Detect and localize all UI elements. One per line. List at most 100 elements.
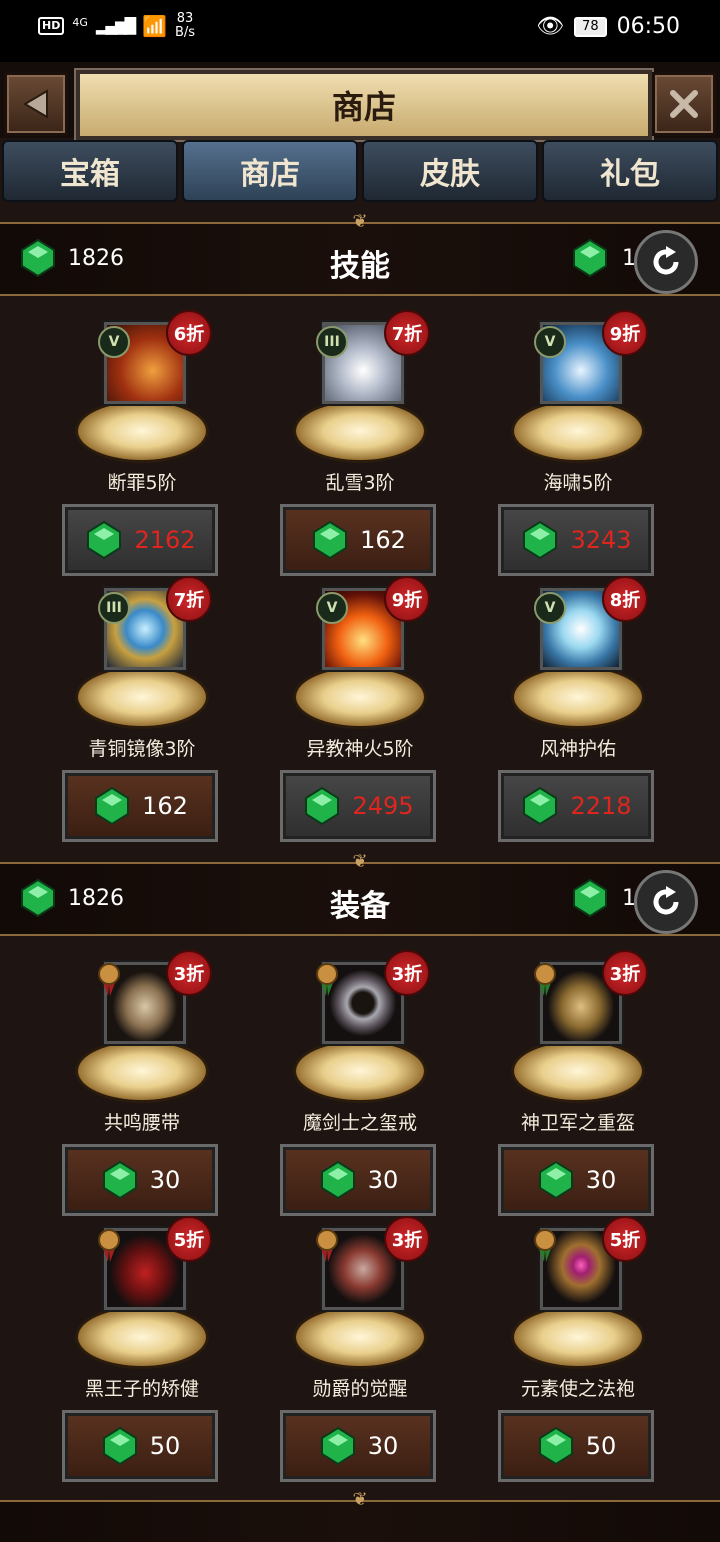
item-name: 黑王子的矫健 [84,1378,199,1400]
price-button[interactable]: 2162 [62,504,218,576]
refresh-button[interactable] [634,230,698,294]
discount-badge: 8折 [602,576,648,622]
price-button[interactable]: 2218 [498,770,654,842]
gem-icon [523,786,558,826]
price-button[interactable]: 162 [280,504,436,576]
gem-icon [305,786,340,826]
shop-item[interactable]: V 8折 风神护佑 2218 [488,576,668,848]
wifi-icon: 📶 [142,14,167,38]
pedestal [514,1308,642,1366]
pedestal [296,1042,424,1100]
tab-chest[interactable]: 宝箱 [2,140,178,202]
discount-badge: 5折 [166,1216,212,1262]
shop-item[interactable]: 3折 勋爵的觉醒 30 [270,1216,450,1488]
shop-item[interactable]: 3折 魔剑士之玺戒 30 [270,950,450,1222]
price-button[interactable]: 2495 [280,770,436,842]
pedestal [514,668,642,726]
refresh-icon [653,246,679,275]
gem-icon [573,238,607,278]
shop-item[interactable]: III 7折 青铜镜像3阶 162 [52,576,232,848]
back-arrow-icon [23,89,48,119]
gem-icon [538,1160,573,1200]
refresh-cost: 1 [570,878,636,918]
pedestal [78,402,206,460]
network-type: 4G [72,15,88,29]
close-icon [670,90,698,118]
tab-gift[interactable]: 礼包 [542,140,718,202]
price: 162 [360,526,406,554]
gem-icon [320,1426,355,1466]
item-name: 异教神火5阶 [306,738,414,760]
pedestal [296,402,424,460]
tab-shop[interactable]: 商店 [182,140,358,202]
price-button[interactable]: 30 [498,1144,654,1216]
section-header-next: ❦ [0,1490,720,1542]
gem-icon [573,878,607,918]
price-button[interactable]: 30 [62,1144,218,1216]
price: 30 [367,1432,399,1460]
discount-badge: 3折 [166,950,212,996]
price-button[interactable]: 30 [280,1410,436,1482]
item-name: 断罪5阶 [107,472,177,494]
item-name: 神卫军之重盔 [520,1112,635,1134]
price: 2162 [134,526,196,554]
price: 162 [142,792,188,820]
back-button[interactable] [4,72,68,136]
tab-bar: 宝箱 商店 皮肤 礼包 [0,140,720,202]
page-title: 商店 [331,88,396,126]
shop-item[interactable]: V 9折 异教神火5阶 2495 [270,576,450,848]
hd-indicator: HD [38,17,65,35]
eye-icon: 👁 [536,14,565,39]
item-name: 青铜镜像3阶 [88,738,196,760]
pedestal [296,668,424,726]
close-button[interactable] [652,72,716,136]
item-name: 乱雪3阶 [325,472,395,494]
ornament-icon: ❦ [352,1489,368,1510]
price-button[interactable]: 50 [498,1410,654,1482]
refresh-button[interactable] [634,870,698,934]
shop-item[interactable]: III 7折 乱雪3阶 162 [270,310,450,582]
gem-icon [538,1426,573,1466]
shop-item[interactable]: 3折 神卫军之重盔 30 [488,950,668,1222]
shop-item[interactable]: 3折 共鸣腰带 30 [52,950,232,1222]
shop-item[interactable]: V 9折 海啸5阶 3243 [488,310,668,582]
status-bar: HD 4G ▂▄▆█ 📶 83 B/s 👁 78 06:50 [0,0,720,62]
section-header-skills: ❦ 1826 技能 1 [0,212,720,296]
discount-badge: 3折 [384,950,430,996]
price-button[interactable]: 30 [280,1144,436,1216]
clock: 06:50 [616,14,680,39]
price-button[interactable]: 50 [62,1410,218,1482]
shop-item[interactable]: V 6折 断罪5阶 2162 [52,310,232,582]
medal-icon [534,1229,556,1262]
item-name: 勋爵的觉醒 [312,1378,408,1400]
rank-badge: III [316,326,348,358]
discount-badge: 9折 [384,576,430,622]
item-name: 元素使之法袍 [520,1378,635,1400]
price-button[interactable]: 3243 [498,504,654,576]
gem-icon [95,786,130,826]
net-speed: 83 B/s [174,11,196,40]
ornament-icon: ❦ [352,851,368,872]
discount-badge: 3折 [384,1216,430,1262]
pedestal [514,1042,642,1100]
price-button[interactable]: 162 [62,770,218,842]
item-name: 风神护佑 [539,738,616,760]
medal-icon [534,963,556,996]
shop-item[interactable]: 5折 黑王子的矫健 50 [52,1216,232,1488]
item-name: 海啸5阶 [543,472,613,494]
gem-icon [102,1426,137,1466]
shop-item[interactable]: 5折 元素使之法袍 50 [488,1216,668,1488]
gem-icon [523,520,558,560]
ornament-icon: ❦ [352,211,368,232]
price: 30 [149,1166,181,1194]
tab-skin[interactable]: 皮肤 [362,140,538,202]
medal-icon [98,963,120,996]
title-plate: 商店 [76,70,652,140]
pedestal [78,1308,206,1366]
discount-badge: 7折 [384,310,430,356]
discount-badge: 5折 [602,1216,648,1262]
pedestal [78,1042,206,1100]
pedestal [78,668,206,726]
refresh-icon [653,886,679,915]
discount-badge: 9折 [602,310,648,356]
